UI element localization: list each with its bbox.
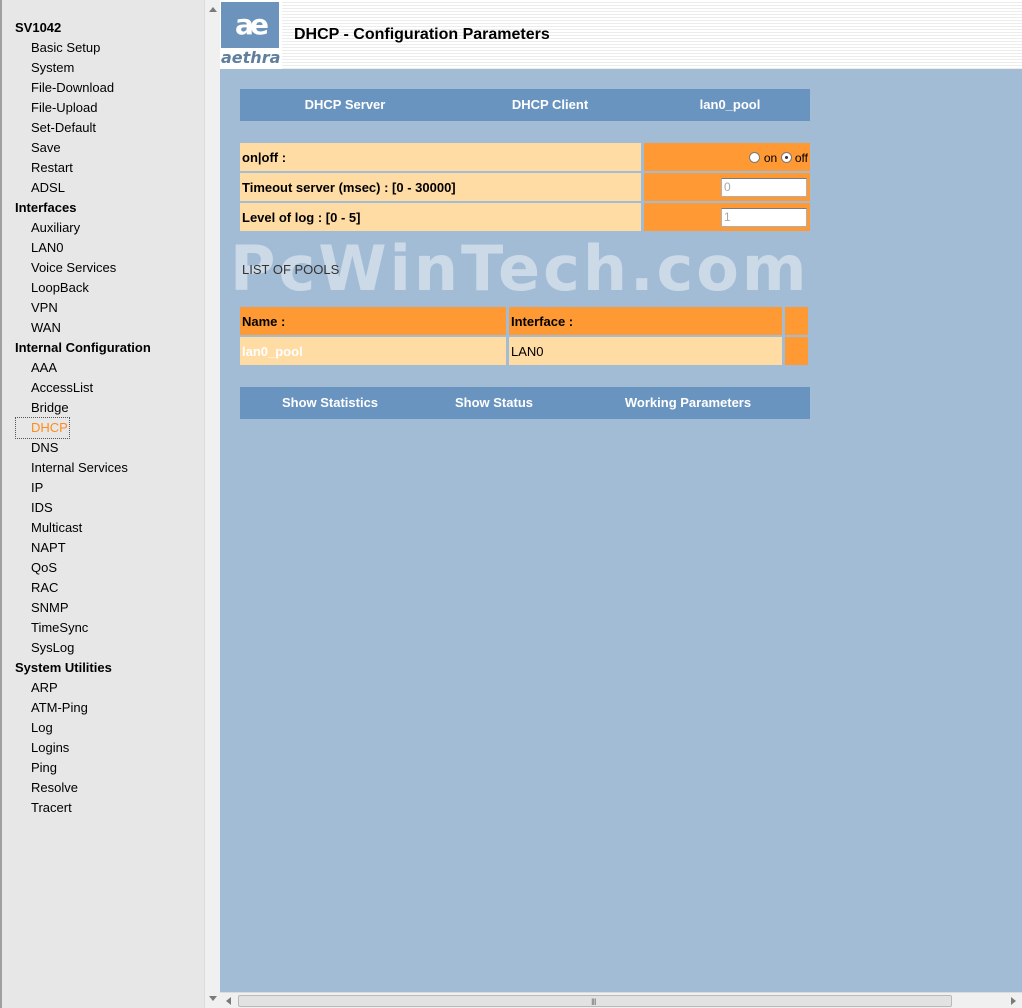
show-statistics-button[interactable]: Show Statistics (260, 387, 400, 419)
pool-name-cell[interactable]: lan0_pool (240, 337, 506, 365)
pool-extra-cell (785, 337, 808, 365)
action-bar: Show Statistics Show Status Working Para… (240, 387, 810, 419)
nav-item-qos[interactable]: QoS (31, 558, 57, 578)
log-level-label: Level of log : [0 - 5] (240, 203, 641, 231)
scroll-up-arrow-icon[interactable] (209, 7, 217, 12)
nav-item-loopback[interactable]: LoopBack (31, 278, 89, 298)
dhcp-tab-bar: DHCP Server DHCP Client lan0_pool (240, 89, 810, 121)
onoff-value-cell: on off (644, 143, 810, 171)
nav-item-snmp[interactable]: SNMP (31, 598, 69, 618)
nav-item-atm-ping[interactable]: ATM-Ping (31, 698, 88, 718)
nav-item-file-download[interactable]: File-Download (31, 78, 114, 98)
nav-item-ids[interactable]: IDS (31, 498, 53, 518)
timeout-value-cell: 0 (644, 173, 810, 201)
on-radio[interactable] (749, 152, 761, 163)
log-level-value-cell: 1 (644, 203, 810, 231)
onoff-radio-group: on off (749, 150, 808, 166)
nav-item-system[interactable]: System (31, 58, 74, 78)
scroll-left-arrow-icon[interactable] (226, 997, 231, 1005)
pools-header-extra (785, 307, 808, 335)
nav-item-multicast[interactable]: Multicast (31, 518, 82, 538)
nav-item-resolve[interactable]: Resolve (31, 778, 78, 798)
logo-mark: ae (235, 8, 269, 41)
nav-item-logins[interactable]: Logins (31, 738, 69, 758)
scrollbar-grip-icon: III (591, 997, 596, 1007)
nav-section-internal-configuration: Internal Configuration (15, 340, 151, 355)
nav-item-timesync[interactable]: TimeSync (31, 618, 88, 638)
nav-item-syslog[interactable]: SysLog (31, 638, 74, 658)
nav-item-ping[interactable]: Ping (31, 758, 57, 778)
logo-wordmark: aethra (221, 48, 281, 67)
param-row-onoff: on|off : on off (240, 143, 810, 171)
nav-item-tracert[interactable]: Tracert (31, 798, 72, 818)
pools-header-row: Name : Interface : (240, 307, 810, 335)
page-header: ae aethra DHCP - Configuration Parameter… (220, 0, 1022, 69)
tab-dhcp-server[interactable]: DHCP Server (280, 89, 410, 121)
nav-section-interfaces: Interfaces (15, 200, 77, 215)
log-level-input[interactable]: 1 (721, 208, 807, 227)
nav-item-bridge[interactable]: Bridge (31, 398, 69, 418)
pool-interface-cell: LAN0 (509, 337, 782, 365)
nav-item-log[interactable]: Log (31, 718, 53, 738)
page-title: DHCP - Configuration Parameters (294, 26, 550, 43)
nav-item-napt[interactable]: NAPT (31, 538, 66, 558)
timeout-input[interactable]: 0 (721, 178, 807, 197)
pools-header-name: Name : (240, 307, 506, 335)
logo-box: ae (221, 2, 279, 48)
nav-item-save[interactable]: Save (31, 138, 61, 158)
tab-lan0-pool[interactable]: lan0_pool (665, 89, 795, 121)
param-row-timeout: Timeout server (msec) : [0 - 30000] 0 (240, 173, 810, 201)
aethra-logo: ae aethra (220, 0, 282, 69)
scrollbar-thumb[interactable]: III (238, 995, 952, 1007)
navigation-menu: SV1042 Basic Setup System File-Download … (2, 0, 204, 1008)
nav-device-title: SV1042 (15, 20, 62, 35)
left-frame: SV1042 Basic Setup System File-Download … (0, 0, 220, 1008)
nav-item-adsl[interactable]: ADSL (31, 178, 65, 198)
show-status-button[interactable]: Show Status (434, 387, 554, 419)
nav-section-system-utilities: System Utilities (15, 660, 112, 675)
tab-dhcp-client[interactable]: DHCP Client (485, 89, 615, 121)
pools-header-interface: Interface : (509, 307, 782, 335)
on-radio-label: on (763, 151, 778, 165)
nav-item-voice-services[interactable]: Voice Services (31, 258, 116, 278)
nav-item-rac[interactable]: RAC (31, 578, 58, 598)
nav-item-basic-setup[interactable]: Basic Setup (31, 38, 100, 58)
nav-item-ip[interactable]: IP (31, 478, 43, 498)
off-radio[interactable] (780, 152, 792, 163)
scroll-down-arrow-icon[interactable] (209, 996, 217, 1001)
nav-item-dhcp[interactable]: DHCP (15, 417, 70, 439)
timeout-label: Timeout server (msec) : [0 - 30000] (240, 173, 641, 201)
scroll-right-arrow-icon[interactable] (1011, 997, 1016, 1005)
nav-item-arp[interactable]: ARP (31, 678, 58, 698)
nav-item-aaa[interactable]: AAA (31, 358, 57, 378)
working-parameters-button[interactable]: Working Parameters (610, 387, 766, 419)
nav-item-restart[interactable]: Restart (31, 158, 73, 178)
nav-item-accesslist[interactable]: AccessList (31, 378, 93, 398)
nav-item-auxiliary[interactable]: Auxiliary (31, 218, 80, 238)
nav-item-internal-services[interactable]: Internal Services (31, 458, 128, 478)
param-row-log-level: Level of log : [0 - 5] 1 (240, 203, 810, 231)
content-frame: ae aethra DHCP - Configuration Parameter… (220, 0, 1022, 1008)
off-radio-label: off (794, 151, 808, 165)
table-row: lan0_pool LAN0 (240, 337, 810, 365)
nav-item-dns[interactable]: DNS (31, 438, 58, 458)
onoff-label: on|off : (240, 143, 641, 171)
nav-item-file-upload[interactable]: File-Upload (31, 98, 97, 118)
nav-item-set-default[interactable]: Set-Default (31, 118, 96, 138)
nav-item-wan[interactable]: WAN (31, 318, 61, 338)
nav-item-vpn[interactable]: VPN (31, 298, 58, 318)
horizontal-scrollbar[interactable]: III (220, 992, 1022, 1008)
nav-item-lan0[interactable]: LAN0 (31, 238, 64, 258)
pools-section-title: LIST OF POOLS (242, 262, 340, 277)
nav-vertical-scrollbar[interactable] (204, 0, 220, 1008)
